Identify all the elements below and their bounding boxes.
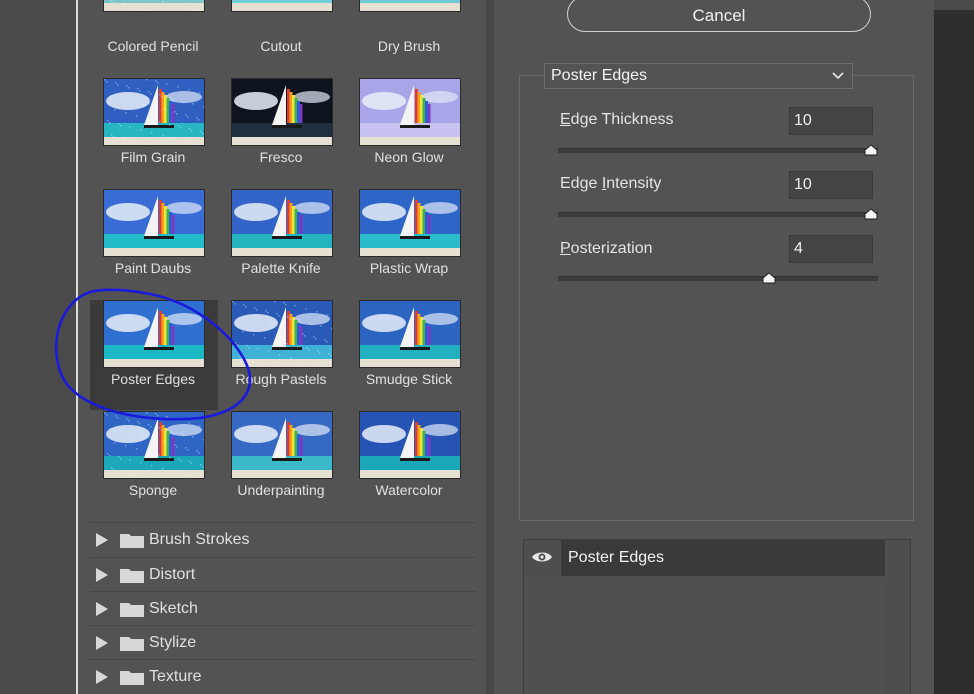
filter-thumb-plastic-wrap[interactable]: Plastic Wrap	[346, 189, 474, 299]
thumb-label: Colored Pencil	[107, 38, 199, 54]
thumb-label: Smudge Stick	[365, 371, 453, 387]
filter-thumb-palette-knife[interactable]: Palette Knife	[218, 189, 346, 299]
thumb-image	[103, 300, 205, 368]
filter-thumb-film-grain[interactable]: Film Grain	[90, 78, 218, 188]
thumb-image	[103, 411, 205, 479]
thumb-image	[231, 411, 333, 479]
cancel-button[interactable]: Cancel	[567, 0, 871, 32]
filter-thumb-smudge-stick[interactable]: Smudge Stick	[346, 300, 474, 410]
thumb-image	[231, 300, 333, 368]
pane-splitter[interactable]	[486, 0, 494, 694]
category-stylize[interactable]: Stylize	[90, 625, 475, 660]
dialog-edge	[934, 0, 974, 694]
effect-layers-empty-area	[524, 577, 885, 694]
filter-thumb-underpainting[interactable]: Underpainting	[218, 411, 346, 521]
layer-visibility-toggle[interactable]	[524, 540, 560, 576]
canvas-area	[0, 0, 76, 694]
thumb-label: Underpainting	[237, 482, 325, 498]
filter-thumb-poster-edges[interactable]: Poster Edges	[90, 300, 218, 410]
thumb-label: Dry Brush	[377, 38, 441, 54]
posterization-label: Posterization	[560, 240, 653, 257]
thumb-label: Palette Knife	[241, 260, 321, 276]
category-label: Sketch	[149, 600, 198, 617]
filter-settings-panel	[519, 75, 914, 521]
thumb-image	[359, 0, 461, 12]
filter-thumb-paint-daubs[interactable]: Paint Daubs	[90, 189, 218, 299]
thumb-label: Sponge	[128, 482, 178, 498]
thumb-image	[103, 189, 205, 257]
folder-icon	[120, 637, 144, 651]
edge-intensity-slider[interactable]	[558, 212, 878, 217]
thumb-image	[359, 411, 461, 479]
thumb-label: Paint Daubs	[114, 260, 192, 276]
expand-arrow-icon	[96, 602, 108, 616]
thumb-image	[231, 78, 333, 146]
thumb-label: Neon Glow	[374, 149, 444, 165]
folder-icon	[120, 569, 144, 583]
category-label: Brush Strokes	[149, 531, 250, 548]
eye-icon	[532, 552, 552, 562]
filter-thumb-cutout[interactable]: Cutout	[218, 0, 346, 54]
category-label: Texture	[149, 668, 202, 685]
filter-thumb-watercolor[interactable]: Watercolor	[346, 411, 474, 521]
filter-thumb-sponge[interactable]: Sponge	[90, 411, 218, 521]
category-texture[interactable]: Texture	[90, 659, 475, 694]
thumb-image	[103, 78, 205, 146]
edge-thickness-slider[interactable]	[558, 148, 878, 153]
category-brush-strokes[interactable]: Brush Strokes	[90, 522, 475, 557]
edge-intensity-input[interactable]	[789, 171, 873, 199]
expand-arrow-icon	[96, 636, 108, 650]
expand-arrow-icon	[96, 670, 108, 684]
edge-thickness-slider-thumb[interactable]	[864, 144, 878, 156]
chevron-down-icon	[832, 72, 844, 80]
thumb-image	[359, 78, 461, 146]
category-label: Stylize	[149, 634, 197, 651]
filter-thumb-neon-glow[interactable]: Neon Glow	[346, 78, 474, 188]
folder-icon	[120, 603, 144, 617]
posterization-slider-thumb[interactable]	[762, 272, 776, 284]
thumb-label: Rough Pastels	[235, 371, 327, 387]
dialog-edge-top	[934, 0, 974, 10]
thumb-label: Plastic Wrap	[369, 260, 449, 276]
thumb-image	[103, 0, 205, 12]
edge-intensity-label: Edge Intensity	[560, 175, 662, 192]
thumb-label: Cutout	[260, 38, 302, 54]
filter-select-value: Poster Edges	[551, 67, 648, 84]
thumb-image	[359, 300, 461, 368]
filter-thumb-rough-pastels[interactable]: Rough Pastels	[218, 300, 346, 410]
effect-layer-name: Poster Edges	[568, 549, 665, 566]
filter-thumbnail-grid: Colored Pencil Cutout Dry Brush Film Gra…	[90, 0, 475, 520]
thumb-image	[231, 189, 333, 257]
posterization-slider[interactable]	[558, 276, 878, 281]
filter-thumb-colored-pencil[interactable]: Colored Pencil	[90, 0, 218, 54]
category-distort[interactable]: Distort	[90, 557, 475, 592]
thumb-image	[359, 189, 461, 257]
thumb-label: Film Grain	[120, 149, 186, 165]
edge-intensity-slider-thumb[interactable]	[864, 208, 878, 220]
edge-thickness-input[interactable]	[789, 107, 873, 135]
folder-icon	[120, 671, 144, 685]
effect-layer-row[interactable]: Poster Edges	[561, 540, 885, 576]
posterization-input[interactable]	[789, 235, 873, 263]
folder-icon	[120, 534, 144, 548]
category-label: Distort	[149, 566, 196, 583]
category-sketch[interactable]: Sketch	[90, 591, 475, 626]
thumb-label: Fresco	[259, 149, 303, 165]
expand-arrow-icon	[96, 568, 108, 582]
thumb-label: Watercolor	[375, 482, 443, 498]
thumb-image	[231, 0, 333, 12]
filter-select-dropdown[interactable]: Poster Edges	[544, 63, 853, 89]
filter-thumb-fresco[interactable]: Fresco	[218, 78, 346, 188]
expand-arrow-icon	[96, 533, 108, 547]
edge-thickness-label: Edge Thickness	[560, 111, 674, 128]
thumb-label: Poster Edges	[110, 371, 196, 387]
filter-thumb-dry-brush[interactable]: Dry Brush	[346, 0, 474, 54]
